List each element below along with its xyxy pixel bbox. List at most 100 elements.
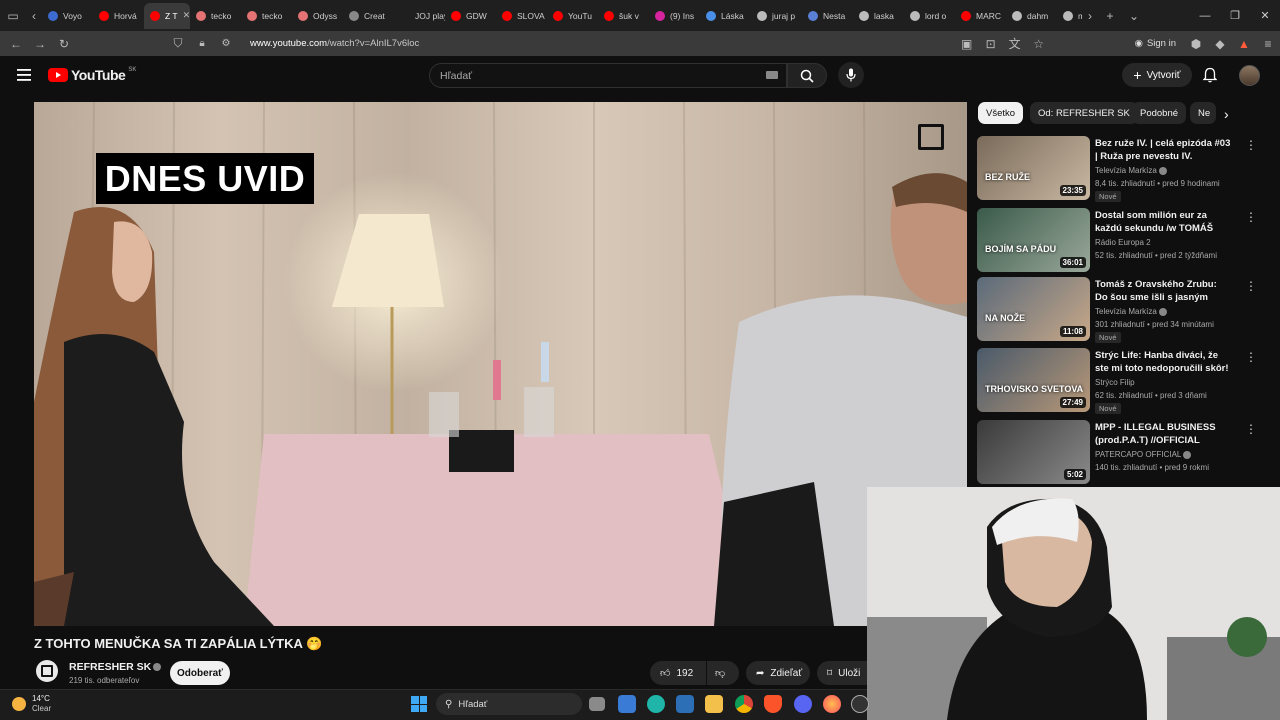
browser-tab[interactable]: juraj p [751,3,802,29]
translate-icon[interactable]: 文 [1003,35,1027,52]
recommendation-channel[interactable]: Strýco Filip [1095,378,1135,387]
browser-tab[interactable]: šuk v [598,3,649,29]
sign-in-button[interactable]: ◉ Sign in [1135,38,1176,49]
chips-next-icon[interactable]: › [1224,106,1229,122]
browser-tab[interactable]: Nesta [802,3,853,29]
browser-tab[interactable]: GDW [445,3,496,29]
tab-scroll-left-icon[interactable]: ‹ [26,9,42,23]
screenshot-icon[interactable]: ▣ [955,37,979,51]
task-view-icon[interactable] [589,697,605,711]
chip-all[interactable]: Všetko [978,102,1024,124]
recommendation-title[interactable]: Strýc Life: Hanba diváci, že ste mi toto… [1095,349,1231,375]
recommendation-item[interactable]: BOJÍM SA PÁDU 36:01 Dostal som milión eur … [977,208,1267,272]
more-actions-icon[interactable]: ⋮ [1245,138,1257,152]
recommendation-item[interactable]: 5:02 MPP - ILLEGAL BUSINESS (prod.P.A.T) … [977,420,1267,484]
avatar[interactable] [1239,65,1260,86]
url-field[interactable]: www.youtube.com/watch?v=AlnIL7v6loc [250,38,419,49]
recommendation-thumbnail[interactable]: 5:02 [977,420,1090,484]
close-tab-icon[interactable]: ✕ [183,10,190,21]
taskbar-search[interactable]: ⚲ Hľadať [436,693,582,715]
recommendation-channel[interactable]: Televízia Markíza [1095,307,1167,316]
firefox-icon[interactable] [823,695,841,713]
edge-icon[interactable] [647,695,665,713]
recommendation-channel[interactable]: PATERCAPO OFFICIAL [1095,450,1192,459]
browser-tab[interactable]: m [1057,3,1082,29]
keyboard-icon[interactable] [766,71,778,79]
chip-from-channel[interactable]: Od: REFRESHER SK [1030,102,1138,124]
browser-tab[interactable]: dahm [1006,3,1057,29]
recommendation-title[interactable]: Tomáš z Oravského Zrubu: Do šou sme išli… [1095,278,1231,304]
browser-tab[interactable]: Odyss [292,3,343,29]
save-page-icon[interactable]: ⊡ [979,37,1003,51]
browser-tab[interactable]: YouTu [547,3,598,29]
notifications-bell-icon[interactable] [1202,67,1218,88]
discord-icon[interactable] [794,695,812,713]
tab-search-icon[interactable]: ⌄ [1122,9,1146,23]
browser-tab[interactable]: Voyo [42,3,93,29]
browser-tab[interactable]: tecko [190,3,241,29]
search-button[interactable] [787,63,827,88]
browser-tab[interactable]: MARC [955,3,1006,29]
create-button[interactable]: + Vytvoriť [1122,63,1192,87]
share-button[interactable]: ➦ Zdieľať [746,661,810,685]
recommendation-title[interactable]: MPP - ILLEGAL BUSINESS (prod.P.A.T) //OF… [1095,421,1231,447]
voice-search-button[interactable] [838,62,864,88]
recommendation-channel[interactable]: Televízia Markíza [1095,166,1167,175]
bookmark-star-icon[interactable]: ☆ [1027,37,1051,51]
recommendation-item[interactable]: TRHOVISKO SVETOVA 27:49 Strýc Life: Hanba … [977,348,1267,414]
youtube-logo[interactable]: YouTube SK [48,67,136,83]
photos-icon[interactable] [676,695,694,713]
file-explorer-icon[interactable] [705,695,723,713]
brave-rewards-icon[interactable]: ▲ [1232,37,1256,51]
recommendation-thumbnail[interactable]: NA NOŽE 11:08 [977,277,1090,341]
minimize-button[interactable]: — [1190,10,1220,22]
brave-icon[interactable] [764,695,782,713]
hamburger-menu-icon[interactable] [17,68,31,86]
browser-tab[interactable]: (9) Ins [649,3,700,29]
recommendation-thumbnail[interactable]: BOJÍM SA PÁDU 36:01 [977,208,1090,272]
browser-tab[interactable]: Z T ✕ [144,2,190,29]
close-window-button[interactable]: ✕ [1250,9,1280,22]
more-actions-icon[interactable]: ⋮ [1245,210,1257,224]
maximize-button[interactable]: ❐ [1220,9,1250,22]
subscribe-button[interactable]: Odoberať [170,661,230,685]
recommendation-title[interactable]: Bez ruže IV. | celá epizóda #03 | Ruža p… [1095,137,1231,163]
save-button[interactable]: ⌑ Uloži [817,661,867,685]
channel-avatar[interactable] [36,660,58,682]
recommendation-thumbnail[interactable]: TRHOVISKO SVETOVA 27:49 [977,348,1090,412]
weather-widget[interactable]: 14°C Clear [12,694,51,714]
browser-tab[interactable]: tecko [241,3,292,29]
dislike-button[interactable]: 👎︎ [707,661,739,685]
recommendation-thumbnail[interactable]: BEZ RUŽE 23:35 [977,136,1090,200]
reload-button[interactable]: ↻ [52,37,76,51]
shield-icon[interactable]: ⛉ [166,36,190,51]
browser-tab[interactable]: Horvá [93,3,144,29]
windows-start-icon[interactable] [411,696,427,712]
more-actions-icon[interactable]: ⋮ [1245,350,1257,364]
store-icon[interactable] [618,695,636,713]
browser-tab[interactable]: SLOVA [496,3,547,29]
menu-kebab-icon[interactable]: ≡ [1256,37,1280,51]
browser-tab[interactable]: JOJ play [394,3,445,29]
chip-related[interactable]: Podobné [1132,102,1187,124]
obs-icon[interactable] [851,695,869,713]
browser-tab[interactable]: laska [853,3,904,29]
like-button[interactable]: 👍︎ 192 [650,661,706,685]
channel-name[interactable]: REFRESHER SK [69,661,162,673]
chrome-icon[interactable] [735,695,753,713]
recommendation-item[interactable]: NA NOŽE 11:08 Tomáš z Oravského Zrubu: Do … [977,277,1267,343]
browser-tab[interactable]: lord o [904,3,955,29]
forward-button[interactable]: → [28,37,52,51]
browser-tab[interactable]: Láska [700,3,751,29]
vpn-icon[interactable]: ◆ [1208,37,1232,51]
recommendation-title[interactable]: Dostal som milión eur za každú sekundu /… [1095,209,1231,235]
browser-tab[interactable]: Creat [343,3,394,29]
site-settings-icon[interactable]: ⚙ [214,38,238,49]
extensions-icon[interactable]: ⬢ [1184,37,1208,51]
tab-scroll-right-icon[interactable]: › [1082,9,1098,23]
chip-more[interactable]: Ne [1190,102,1216,124]
more-actions-icon[interactable]: ⋮ [1245,422,1257,436]
back-button[interactable]: ← [4,37,28,51]
recommendation-channel[interactable]: Rádio Europa 2 [1095,238,1151,247]
lock-icon[interactable]: 🔒︎ [190,38,214,49]
